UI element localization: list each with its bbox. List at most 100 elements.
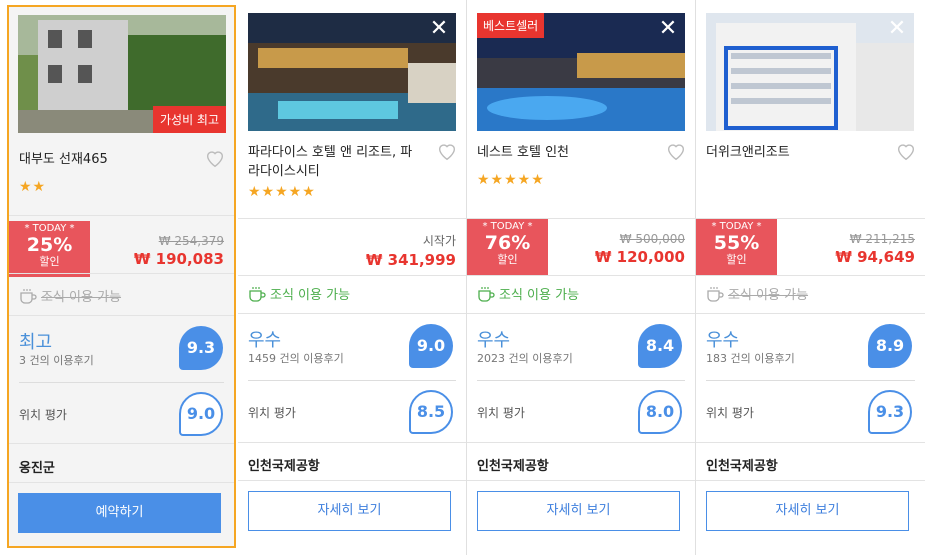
value-badge: 가성비 최고 (152, 106, 226, 133)
discount-suffix: 할인 (497, 253, 518, 266)
divider (467, 442, 695, 443)
heart-icon[interactable] (895, 140, 917, 162)
breakfast-label: 조식 이용 가능 (41, 290, 122, 305)
star-rating: ★★★★★ (477, 172, 545, 188)
divider (19, 382, 224, 383)
today-deal-badge: * TODAY * 55% 할인 (696, 219, 777, 275)
sale-price: ₩ 190,083 (133, 250, 224, 268)
details-button[interactable]: 자세히 보기 (477, 491, 680, 531)
divider (238, 313, 466, 314)
hotel-photo[interactable]: 베스트셀러 ✕ (477, 13, 685, 131)
divider (696, 275, 925, 276)
divider (696, 313, 925, 314)
breakfast-label: 조식 이용 가능 (270, 288, 351, 303)
location-label: 위치 평가 (19, 408, 67, 422)
discount-suffix: 할인 (39, 255, 60, 268)
location-score-bubble: 8.5 (409, 390, 453, 434)
details-button[interactable]: 자세히 보기 (706, 491, 909, 531)
rating-word: 우수 (477, 330, 511, 351)
area-name: 인천국제공항 (248, 459, 320, 474)
divider (238, 275, 466, 276)
original-price: ₩ 211,215 (849, 232, 915, 246)
divider (467, 275, 695, 276)
divider (9, 273, 234, 274)
today-deal-badge: * TODAY * 25% 할인 (9, 221, 90, 277)
star-rating: ★★★★★ (248, 184, 316, 200)
divider (696, 480, 925, 481)
area-name: 옹진군 (19, 461, 55, 476)
breakfast-info: 조식 이용 가능 (19, 286, 121, 305)
divider (696, 442, 925, 443)
details-button[interactable]: 자세히 보기 (248, 491, 451, 531)
score-bubble: 9.0 (409, 324, 453, 368)
location-label: 위치 평가 (248, 406, 296, 420)
divider (238, 218, 466, 219)
hotel-card-3[interactable]: 베스트셀러 ✕ 네스트 호텔 인천 ★★★★★ * TODAY * 76% 할인… (467, 0, 696, 555)
rating-word: 최고 (19, 332, 53, 353)
location-score-bubble: 8.0 (638, 390, 682, 434)
price-block: ₩ 254,379 ₩ 190,083 (134, 234, 224, 268)
hotel-name[interactable]: 파라다이스 호텔 앤 리조트, 파라다이스시티 (248, 143, 418, 181)
review-count[interactable]: 2023 건의 이용후기 (477, 350, 573, 366)
today-label: * TODAY * (711, 221, 762, 232)
divider (467, 313, 695, 314)
book-button[interactable]: 예약하기 (18, 493, 221, 533)
location-score-bubble: 9.3 (868, 390, 912, 434)
rating-word: 우수 (706, 330, 740, 351)
divider (9, 215, 234, 216)
coffee-cup-icon (478, 286, 495, 302)
discount-suffix: 할인 (726, 253, 747, 266)
hotel-name[interactable]: 네스트 호텔 인천 (477, 143, 647, 162)
heart-icon[interactable] (665, 140, 687, 162)
area-name: 인천국제공항 (706, 459, 778, 474)
coffee-cup-icon (707, 286, 724, 302)
breakfast-info: 조식 이용 가능 (477, 284, 579, 303)
divider (706, 380, 915, 381)
sale-price: ₩ 120,000 (594, 248, 685, 266)
divider (9, 443, 234, 444)
divider (238, 480, 466, 481)
close-icon[interactable]: ✕ (886, 18, 908, 40)
coffee-cup-icon (249, 286, 266, 302)
hotel-name[interactable]: 더위크앤리조트 (706, 143, 876, 162)
discount-percent: 76% (484, 232, 531, 254)
discount-percent: 25% (26, 234, 73, 256)
discount-percent: 55% (713, 232, 760, 254)
close-icon[interactable]: ✕ (657, 18, 679, 40)
breakfast-info: 조식 이용 가능 (248, 284, 350, 303)
hotel-photo[interactable]: 가성비 최고 (18, 15, 226, 133)
divider (9, 482, 234, 483)
breakfast-label: 조식 이용 가능 (499, 288, 580, 303)
review-count[interactable]: 1459 건의 이용후기 (248, 350, 344, 366)
hotel-name[interactable]: 대부도 선재465 (19, 150, 189, 169)
star-rating: ★★ (19, 179, 47, 195)
review-count[interactable]: 183 건의 이용후기 (706, 350, 795, 366)
today-label: * TODAY * (24, 223, 75, 234)
close-icon[interactable]: ✕ (428, 18, 450, 40)
original-price: ₩ 254,379 (158, 234, 224, 248)
bestseller-badge: 베스트셀러 (477, 13, 545, 38)
review-count[interactable]: 3 건의 이용후기 (19, 352, 94, 368)
price-block: ₩ 211,215 ₩ 94,649 (835, 232, 915, 266)
divider (238, 442, 466, 443)
hotel-card-1[interactable]: 가성비 최고 대부도 선재465 ★★ * TODAY * 25% 할인 ₩ 2… (7, 5, 236, 548)
heart-icon[interactable] (436, 140, 458, 162)
sale-price: ₩ 94,649 (835, 248, 915, 266)
score-bubble: 8.9 (868, 324, 912, 368)
hotel-photo[interactable]: ✕ (248, 13, 456, 131)
heart-icon[interactable] (204, 147, 226, 169)
divider (477, 380, 685, 381)
area-name: 인천국제공항 (477, 459, 549, 474)
location-label: 위치 평가 (706, 406, 754, 420)
from-label: 시작가 (422, 234, 456, 248)
score-bubble: 9.3 (179, 326, 223, 370)
breakfast-info: 조식 이용 가능 (706, 284, 808, 303)
hotel-photo[interactable]: ✕ (706, 13, 914, 131)
today-label: * TODAY * (482, 221, 533, 232)
breakfast-label: 조식 이용 가능 (728, 288, 809, 303)
price-block: ₩ 500,000 ₩ 120,000 (595, 232, 685, 266)
price-block: 시작가 ₩ 341,999 (366, 232, 456, 269)
sale-price: ₩ 341,999 (365, 251, 456, 269)
hotel-card-2[interactable]: ✕ 파라다이스 호텔 앤 리조트, 파라다이스시티 ★★★★★ 시작가 ₩ 34… (238, 0, 467, 555)
hotel-card-4[interactable]: ✕ 더위크앤리조트 * TODAY * 55% 할인 ₩ 211,215 ₩ 9… (696, 0, 925, 555)
